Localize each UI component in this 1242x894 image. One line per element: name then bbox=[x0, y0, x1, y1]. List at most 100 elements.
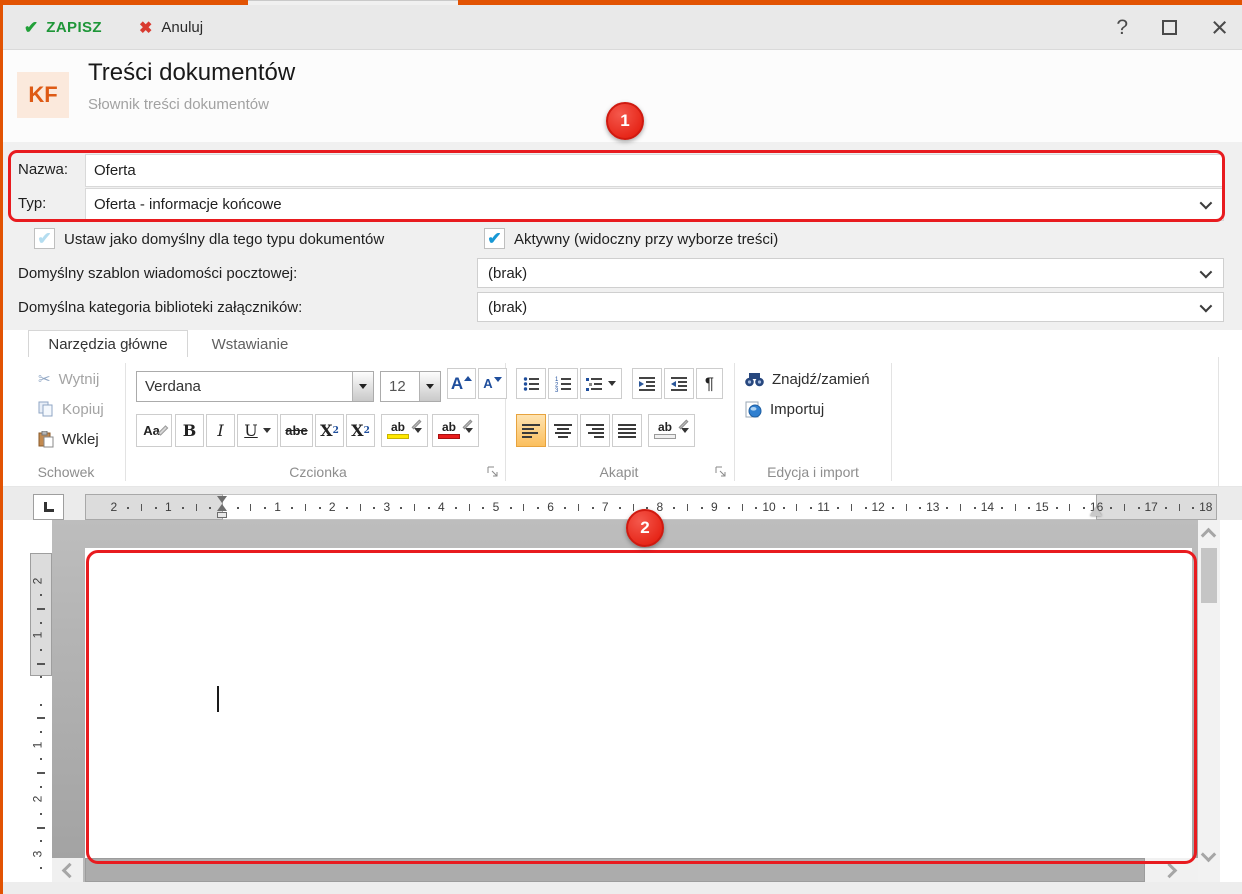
attachment-category-select[interactable]: (brak) bbox=[477, 292, 1224, 322]
h-scroll-left-btn[interactable] bbox=[52, 858, 83, 882]
copy-icon bbox=[38, 401, 53, 417]
cut-button[interactable]: ✂ Wytnij bbox=[36, 366, 101, 392]
align-left-icon bbox=[522, 423, 540, 438]
tab-selector-button[interactable] bbox=[33, 494, 64, 520]
active-checkbox[interactable]: ✔ bbox=[484, 228, 505, 249]
find-replace-button[interactable]: Znajdź/zamień bbox=[743, 366, 872, 392]
dropdown-arrow-icon[interactable] bbox=[352, 372, 373, 401]
clear-formatting-icon: Aa bbox=[143, 423, 160, 438]
right-indent-marker[interactable] bbox=[1090, 507, 1102, 516]
bold-button[interactable]: B bbox=[175, 414, 204, 447]
ribbon: ✂ Wytnij Kopiuj Wklej Schowek Verdana 12… bbox=[3, 357, 1242, 487]
shading-button[interactable]: ab bbox=[648, 414, 695, 447]
import-button[interactable]: Importuj bbox=[743, 396, 826, 422]
mail-template-label: Domyślny szablon wiadomości pocztowej: bbox=[18, 265, 298, 282]
bullet-list-button[interactable] bbox=[516, 368, 546, 399]
v-scroll-up[interactable] bbox=[1200, 527, 1217, 544]
name-label: Nazwa: bbox=[18, 161, 69, 178]
font-dialog-launcher[interactable] bbox=[487, 466, 499, 478]
subscript-mark: 2 bbox=[332, 425, 339, 436]
clipboard-group-label: Schowek bbox=[37, 464, 95, 480]
tab-stop-icon bbox=[43, 502, 54, 512]
cut-label: Wytnij bbox=[58, 370, 100, 388]
save-button[interactable]: ✔ ZAPISZ bbox=[16, 5, 110, 50]
h-scroll-right-zone bbox=[1145, 858, 1198, 882]
decrease-indent-button[interactable] bbox=[632, 368, 662, 399]
cancel-button[interactable]: ✖ Anuluj bbox=[131, 5, 211, 50]
h-scroll-thumb[interactable] bbox=[85, 858, 1145, 882]
dropdown-arrow-icon bbox=[465, 428, 473, 433]
dropdown-arrow-icon[interactable] bbox=[419, 372, 440, 401]
paste-button[interactable]: Wklej bbox=[36, 426, 101, 452]
document-page[interactable] bbox=[85, 548, 1192, 858]
highlight-button[interactable]: ab bbox=[381, 414, 428, 447]
bottom-strip bbox=[3, 882, 1242, 894]
editing-group-label: Edycja i import bbox=[767, 464, 859, 480]
font-color-button[interactable]: ab bbox=[432, 414, 479, 447]
tab-home[interactable]: Narzędzia główne bbox=[28, 330, 188, 358]
text-caret bbox=[217, 686, 219, 712]
maximize-button[interactable] bbox=[1162, 20, 1178, 35]
font-family-combo[interactable]: Verdana bbox=[136, 371, 374, 402]
chevron-down-icon bbox=[1199, 265, 1213, 278]
v-scrollbar[interactable] bbox=[1198, 520, 1220, 882]
align-center-button[interactable] bbox=[548, 414, 578, 447]
toolbar: ✔ ZAPISZ ✖ Anuluj ? × bbox=[3, 5, 1242, 50]
active-checkbox-label: Aktywny (widoczny przy wyborze treści) bbox=[514, 231, 779, 248]
shrink-font-button[interactable]: A bbox=[478, 368, 507, 399]
pilcrow-button[interactable]: ¶ bbox=[696, 368, 723, 399]
indent-marker[interactable] bbox=[216, 496, 229, 520]
multilevel-list-icon bbox=[586, 377, 602, 391]
h-scrollbar[interactable] bbox=[52, 858, 1198, 882]
copy-label: Kopiuj bbox=[62, 400, 104, 418]
justify-icon bbox=[618, 423, 636, 438]
check-icon: ✔ bbox=[487, 228, 502, 248]
name-input[interactable]: Oferta bbox=[85, 154, 1224, 187]
strikethrough-button[interactable]: abe bbox=[280, 414, 313, 447]
check-icon: ✔ bbox=[37, 228, 52, 248]
align-center-icon bbox=[554, 423, 572, 438]
numbered-list-button[interactable]: 123 bbox=[548, 368, 578, 399]
h-scroll-right-btn[interactable] bbox=[1161, 862, 1178, 878]
chevron-down-icon bbox=[1199, 196, 1213, 210]
mail-template-select[interactable]: (brak) bbox=[477, 258, 1224, 288]
help-button[interactable]: ? bbox=[1116, 16, 1128, 40]
v-scroll-down[interactable] bbox=[1200, 846, 1217, 863]
page-title: Treści dokumentów bbox=[88, 59, 296, 86]
tab-insert[interactable]: Wstawianie bbox=[188, 330, 312, 358]
font-size-combo[interactable]: 12 bbox=[380, 371, 441, 402]
clear-formatting-button[interactable]: Aa bbox=[136, 414, 172, 447]
group-separator bbox=[734, 363, 735, 481]
italic-button[interactable]: I bbox=[206, 414, 235, 447]
default-checkbox[interactable]: ✔ bbox=[34, 228, 55, 249]
v-scroll-thumb[interactable] bbox=[1201, 548, 1217, 603]
multilevel-list-button[interactable] bbox=[580, 368, 622, 399]
ribbon-right-border bbox=[1218, 357, 1219, 487]
font-color-icon: ab bbox=[438, 421, 460, 439]
h-ruler[interactable]: 2 1 1 2 3 4 5 6 7 8 9 10 11 12 13 14 15 16 17 18 bbox=[85, 494, 1217, 520]
superscript-icon: X bbox=[351, 421, 364, 440]
increase-indent-button[interactable] bbox=[664, 368, 694, 399]
grow-font-button[interactable]: A bbox=[447, 368, 476, 399]
font-family-value: Verdana bbox=[145, 378, 201, 395]
superscript-button[interactable]: X2 bbox=[346, 414, 375, 447]
paragraph-dialog-launcher[interactable] bbox=[715, 466, 727, 478]
underline-button[interactable]: U bbox=[237, 414, 278, 447]
decrease-indent-icon bbox=[638, 376, 655, 391]
dropdown-arrow-icon bbox=[681, 428, 689, 433]
copy-button[interactable]: Kopiuj bbox=[36, 396, 106, 422]
import-label: Importuj bbox=[770, 400, 825, 418]
font-size-value: 12 bbox=[389, 378, 406, 395]
align-left-button[interactable] bbox=[516, 414, 546, 447]
v-ruler-margin-top bbox=[30, 553, 52, 676]
align-right-icon bbox=[586, 423, 604, 438]
paste-label: Wklej bbox=[62, 430, 99, 448]
v-ruler[interactable]: 21123 bbox=[28, 520, 54, 884]
type-select[interactable]: Oferta - informacje końcowe bbox=[85, 188, 1224, 221]
align-right-button[interactable] bbox=[580, 414, 610, 447]
page-subtitle: Słownik treści dokumentów bbox=[88, 96, 269, 113]
close-button[interactable]: × bbox=[1211, 13, 1228, 42]
attachment-category-value: (brak) bbox=[488, 298, 528, 316]
justify-button[interactable] bbox=[612, 414, 642, 447]
subscript-button[interactable]: X2 bbox=[315, 414, 344, 447]
